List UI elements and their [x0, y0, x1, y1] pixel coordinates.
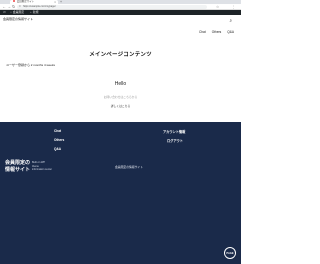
hello-heading: Hello	[114, 81, 127, 87]
hello-subtext: お問い合わせはこちらから	[103, 95, 138, 99]
footer-link-chat[interactable]: Chat	[54, 129, 61, 133]
wordpress-icon: W	[3, 10, 6, 14]
footer-meta-line: information center	[32, 168, 53, 172]
main-nav: Chat Others Q&A	[199, 30, 234, 34]
favicon-icon	[13, 0, 15, 3]
admin-bar-new-label: 新規	[32, 10, 39, 14]
footer-brand-line2: 情報サイト	[5, 167, 31, 173]
site-title[interactable]: 会員限定の情報サイト	[3, 17, 33, 21]
lock-icon: ⚿	[19, 5, 21, 8]
plus-icon: +	[30, 10, 32, 14]
search-icon[interactable]: ⌕	[229, 18, 232, 23]
nav-item-qa[interactable]: Q&A	[227, 30, 234, 34]
site-footer: Chat Others Q&A アカウント情報 ログアウト 会員限定の 情報サイ…	[0, 122, 241, 264]
admin-bar-site-name[interactable]: ⌂会員限定	[10, 10, 24, 15]
home-icon: ⌂	[10, 10, 12, 14]
tab-title: 会員限定サイト	[16, 0, 35, 3]
footer-nav: Chat Others Q&A アカウント情報 ログアウト	[0, 122, 241, 152]
admin-bar-wp-logo[interactable]: W	[3, 10, 7, 15]
footer-link-qa[interactable]: Q&A	[54, 147, 61, 151]
footer-brand: 会員限定の 情報サイト	[5, 160, 30, 174]
footer-link-others[interactable]: Others	[54, 138, 64, 142]
url-text: https://example.com/mypage/	[23, 5, 56, 8]
nav-item-others[interactable]: Others	[212, 30, 222, 34]
nav-item-chat[interactable]: Chat	[199, 30, 206, 34]
address-bar[interactable]: ⚿ https://example.com/mypage/	[17, 5, 207, 9]
user-registration-duration: ユーザー登録から 2 months 4 weeks	[6, 63, 55, 67]
admin-bar-new[interactable]: +新規	[30, 10, 38, 15]
admin-bar-site-label: 会員限定	[12, 10, 25, 14]
admin-bar: W ⌂会員限定 +新規	[0, 10, 241, 15]
footer-copyright: 会員限定の情報サイト	[115, 165, 143, 169]
page-title: メインページコンテンツ	[89, 52, 152, 58]
footer-link-account[interactable]: アカウント情報	[163, 129, 185, 134]
page-top-button[interactable]: PAGE TOP	[224, 247, 236, 259]
hello-link[interactable]: 詳しくはこちら	[0, 104, 241, 108]
footer-link-logout[interactable]: ログアウト	[167, 138, 183, 143]
footer-meta: Built on WP theme information center	[32, 161, 52, 172]
footer-brand-line1: 会員限定の	[5, 160, 31, 166]
